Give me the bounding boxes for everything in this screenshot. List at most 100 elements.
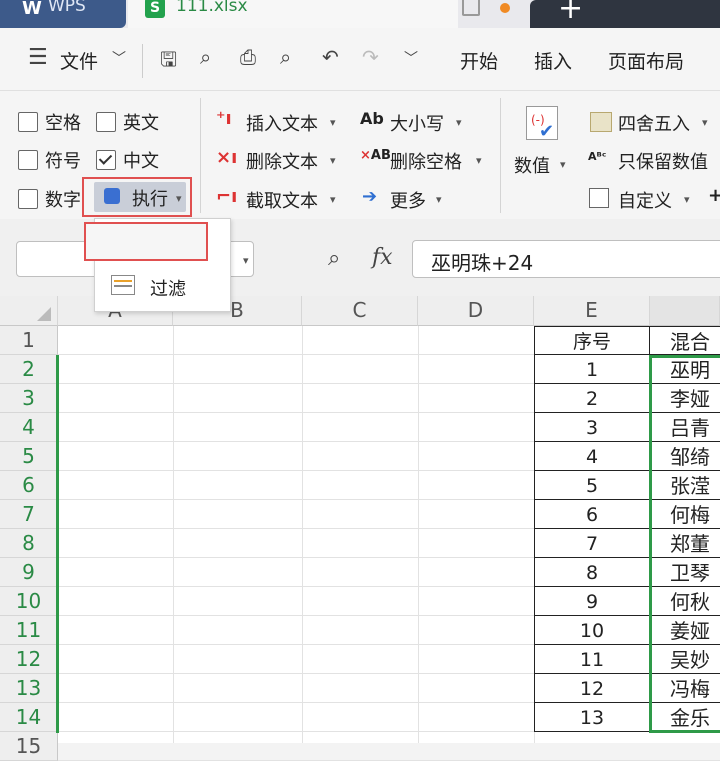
header-cell-seq[interactable]: 序号 bbox=[534, 326, 650, 355]
row-header[interactable]: 3 bbox=[0, 384, 58, 413]
more-chevron-icon[interactable]: ﹀ bbox=[404, 48, 418, 68]
seq-cell[interactable]: 11 bbox=[534, 645, 650, 674]
row-header[interactable]: 10 bbox=[0, 587, 58, 616]
checkbox-number-label: 数字 bbox=[45, 190, 81, 211]
filter-icon bbox=[111, 275, 135, 295]
column-header-e[interactable]: E bbox=[534, 296, 650, 326]
seq-cell[interactable]: 7 bbox=[534, 529, 650, 558]
checkmark-icon: ✔ bbox=[539, 121, 555, 142]
value-caret-icon[interactable]: ▾ bbox=[560, 158, 566, 171]
value-button[interactable]: 数值 bbox=[514, 152, 550, 178]
more-button[interactable]: 更多 bbox=[390, 187, 426, 213]
row-header[interactable]: 14 bbox=[0, 703, 58, 732]
delete-text-caret-icon[interactable]: ▾ bbox=[330, 154, 336, 167]
seq-cell[interactable]: 10 bbox=[534, 616, 650, 645]
rounding-caret-icon[interactable]: ▾ bbox=[702, 116, 708, 129]
seq-cell[interactable]: 12 bbox=[534, 674, 650, 703]
remove-spaces-caret-icon[interactable]: ▾ bbox=[476, 154, 482, 167]
checkbox-english[interactable] bbox=[96, 112, 116, 132]
print-preview-icon[interactable]: ⌕ bbox=[280, 45, 291, 69]
truncate-text-caret-icon[interactable]: ▾ bbox=[330, 193, 336, 206]
seq-cell[interactable]: 8 bbox=[534, 558, 650, 587]
custom-button[interactable]: 自定义 bbox=[618, 187, 672, 213]
checkbox-chinese[interactable] bbox=[96, 150, 116, 170]
keep-numbers-button[interactable]: 只保留数值 bbox=[618, 148, 708, 174]
formula-input[interactable]: 巫明珠+24 bbox=[412, 240, 720, 278]
seq-cell[interactable]: 1 bbox=[534, 355, 650, 384]
wps-home-tab[interactable]: W WPS bbox=[0, 0, 126, 28]
unsaved-dot-icon bbox=[500, 3, 510, 13]
delete-text-icon: ×ı bbox=[216, 147, 238, 168]
row-header[interactable]: 9 bbox=[0, 558, 58, 587]
spreadsheet-icon: S bbox=[145, 0, 165, 18]
save-icon[interactable]: 🖫 bbox=[160, 45, 177, 79]
more-caret-icon[interactable]: ▾ bbox=[436, 193, 442, 206]
column-header-c[interactable]: C bbox=[302, 296, 418, 326]
seq-cell[interactable]: 2 bbox=[534, 384, 650, 413]
delete-text-button[interactable]: 删除文本 bbox=[246, 148, 318, 174]
more-arrow-icon: ➔ bbox=[362, 186, 378, 207]
row-header[interactable]: 12 bbox=[0, 645, 58, 674]
filter-menu-item[interactable]: 过滤 bbox=[150, 275, 186, 301]
hamburger-icon[interactable]: ☰ bbox=[28, 45, 48, 70]
fx-icon[interactable]: fx bbox=[372, 245, 393, 270]
extract-highlight bbox=[84, 222, 208, 261]
print-icon[interactable]: ⎙ bbox=[240, 45, 256, 69]
execute-highlight bbox=[82, 177, 192, 217]
pin-icon[interactable] bbox=[462, 0, 480, 16]
rounding-button[interactable]: 四舍五入 bbox=[618, 110, 690, 136]
checkbox-symbol[interactable] bbox=[18, 150, 38, 170]
row-header[interactable]: 4 bbox=[0, 413, 58, 442]
format-painter-icon[interactable]: ⌕ bbox=[200, 45, 211, 69]
redo-icon[interactable]: ↷ bbox=[362, 45, 379, 69]
grid-line bbox=[418, 326, 419, 743]
column-header-f[interactable] bbox=[650, 296, 720, 326]
file-menu[interactable]: 文件 bbox=[60, 47, 98, 74]
checkbox-space[interactable] bbox=[18, 112, 38, 132]
checkbox-chinese-label: 中文 bbox=[123, 151, 159, 172]
zoom-formula-icon[interactable]: ⌕ bbox=[328, 246, 340, 271]
seq-cell[interactable]: 4 bbox=[534, 442, 650, 471]
custom-caret-icon[interactable]: ▾ bbox=[684, 193, 690, 206]
insert-text-button[interactable]: 插入文本 bbox=[246, 110, 318, 136]
truncate-text-button[interactable]: 截取文本 bbox=[246, 187, 318, 213]
insert-text-caret-icon[interactable]: ▾ bbox=[330, 116, 336, 129]
checkbox-space-label: 空格 bbox=[45, 113, 81, 134]
header-cell-mixed[interactable]: 混合 bbox=[650, 326, 720, 355]
case-caret-icon[interactable]: ▾ bbox=[456, 116, 462, 129]
document-tab[interactable]: S 111.xlsx bbox=[128, 0, 458, 28]
column-header-d[interactable]: D bbox=[418, 296, 534, 326]
row-header[interactable]: 11 bbox=[0, 616, 58, 645]
select-all-corner[interactable] bbox=[0, 296, 58, 326]
name-box-caret-icon[interactable]: ▾ bbox=[243, 254, 249, 267]
tab-home[interactable]: 开始 bbox=[460, 47, 498, 74]
checkbox-number[interactable] bbox=[18, 189, 38, 209]
row-header[interactable]: 5 bbox=[0, 442, 58, 471]
checkbox-symbol-label: 符号 bbox=[45, 151, 81, 172]
toolbar-divider bbox=[142, 44, 143, 78]
row-header[interactable]: 13 bbox=[0, 674, 58, 703]
case-button[interactable]: 大小写 bbox=[390, 110, 444, 136]
remove-spaces-button[interactable]: 删除空格 bbox=[390, 148, 462, 174]
document-tab-label: 111.xlsx bbox=[176, 0, 248, 16]
row-header[interactable]: 6 bbox=[0, 471, 58, 500]
chevron-down-icon[interactable]: ﹀ bbox=[112, 48, 126, 68]
tab-page-layout[interactable]: 页面布局 bbox=[608, 47, 684, 74]
undo-icon[interactable]: ↶ bbox=[322, 45, 339, 69]
case-icon: Ab bbox=[360, 109, 384, 128]
tab-insert[interactable]: 插入 bbox=[534, 47, 572, 74]
seq-cell[interactable]: 6 bbox=[534, 500, 650, 529]
seq-cell[interactable]: 9 bbox=[534, 587, 650, 616]
row-header[interactable]: 7 bbox=[0, 500, 58, 529]
seq-cell[interactable]: 5 bbox=[534, 471, 650, 500]
seq-cell[interactable]: 13 bbox=[534, 703, 650, 732]
add-icon[interactable]: + bbox=[708, 185, 720, 206]
row-header[interactable]: 2 bbox=[0, 355, 58, 384]
plus-icon: + bbox=[558, 0, 584, 26]
row-header[interactable]: 1 bbox=[0, 326, 58, 355]
row-header[interactable]: 8 bbox=[0, 529, 58, 558]
new-tab-button[interactable]: + bbox=[530, 0, 720, 28]
seq-cell[interactable]: 3 bbox=[534, 413, 650, 442]
row-header[interactable]: 15 bbox=[0, 732, 58, 761]
selected-range bbox=[649, 355, 720, 733]
